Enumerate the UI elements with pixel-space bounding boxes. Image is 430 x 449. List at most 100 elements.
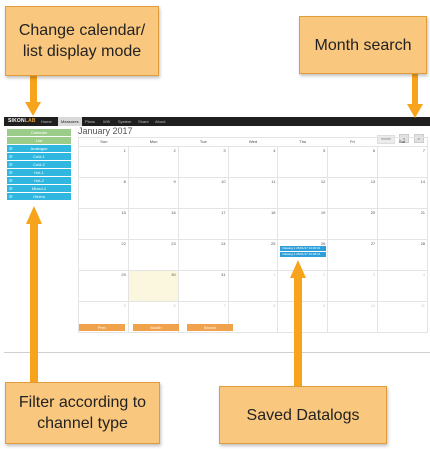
calendar-day-cell[interactable]: 29	[79, 271, 129, 301]
channel-filter-analogue[interactable]: ☰ Analogue	[7, 145, 71, 152]
calendar-day-cell[interactable]: 25	[229, 240, 279, 270]
calendar-day-cell[interactable]: 5	[278, 147, 329, 177]
day-number: 20	[370, 210, 376, 215]
nav-wifi[interactable]: Wifi	[100, 117, 113, 126]
calendar-day-cell[interactable]: 30	[128, 271, 179, 301]
calendar-day-cell[interactable]: 27	[328, 240, 379, 270]
day-number: 10	[221, 179, 226, 184]
arrow-up-filter	[30, 223, 38, 384]
day-number: 13	[370, 179, 376, 184]
day-number: 9	[323, 303, 326, 308]
calendar-day-cell[interactable]: 20	[328, 209, 379, 239]
saved-datalog-event[interactable]: Datalog 2 25/01/17 15:08:21	[280, 252, 327, 257]
arrowhead-down-month	[407, 104, 423, 118]
day-number: 16	[171, 210, 176, 215]
calendar-day-cell[interactable]: 4	[378, 271, 427, 301]
day-number: 5	[123, 303, 126, 308]
calendar-day-cell[interactable]: 4	[229, 147, 279, 177]
calendar-week-row: 1 2 3 4 5 6 7	[78, 146, 428, 177]
calendar-day-cell[interactable]: 18	[229, 209, 279, 239]
channel-label: Cold-1	[33, 154, 45, 159]
calendar-day-cell[interactable]: 13	[328, 178, 379, 208]
search-button[interactable]: Search	[187, 324, 233, 331]
prev-button[interactable]: Prev	[79, 324, 125, 331]
calendar-day-cell[interactable]: 1	[229, 271, 279, 301]
day-number: 7	[223, 303, 226, 308]
day-number: 4	[422, 272, 426, 277]
day-number: 12	[320, 179, 326, 184]
calendar-week-row: 29 30 31 1 2 3 4	[78, 270, 428, 301]
day-number: 30	[171, 272, 176, 277]
arrowhead-up-filter	[26, 206, 42, 224]
day-number: 2	[323, 272, 326, 277]
calendar-day-cell[interactable]: 16	[129, 209, 179, 239]
day-number: 17	[221, 210, 226, 215]
dow-sun: Sun	[100, 139, 108, 144]
calendar-day-cell[interactable]: 3	[179, 147, 229, 177]
calendar-day-cell[interactable]: 7	[378, 147, 427, 177]
list-mode-button[interactable]: List	[7, 137, 71, 144]
day-number: 7	[422, 148, 426, 153]
calendar-day-cell[interactable]: 22	[79, 240, 129, 270]
calendar-day-cell[interactable]: 12	[278, 178, 329, 208]
calendar-day-cell[interactable]: 3	[328, 271, 379, 301]
day-number: 21	[420, 210, 426, 215]
channel-filter-mixed-1[interactable]: ☰ Mixed-1	[7, 185, 71, 192]
day-number: 4	[273, 148, 276, 153]
calendar-day-cell[interactable]: 2	[129, 147, 179, 177]
saved-datalog-event[interactable]: Datalog 1 25/01/17 13:00:01	[280, 246, 327, 251]
calendar-day-cell[interactable]: 6	[328, 147, 379, 177]
nav-about[interactable]: About	[152, 117, 168, 126]
calendar-day-cell[interactable]: 11	[229, 178, 279, 208]
calendar-day-cell[interactable]: 1	[79, 147, 129, 177]
channel-filter-hot-2[interactable]: ☰ Hot-2	[7, 177, 71, 184]
day-number: 6	[372, 148, 376, 153]
calendar-mode-button[interactable]: Calendar	[7, 129, 71, 136]
calendar-day-cell[interactable]: 24	[179, 240, 229, 270]
calendar-day-cell[interactable]: 10	[328, 302, 379, 332]
day-number: 1	[123, 148, 126, 153]
day-number: 11	[271, 179, 276, 184]
calendar-day-cell[interactable]: 15	[79, 209, 129, 239]
day-number: 23	[171, 241, 176, 246]
nav-share[interactable]: Share	[135, 117, 152, 126]
calendar-day-cell[interactable]: 9	[129, 178, 179, 208]
arrowhead-up-datalogs	[290, 260, 306, 278]
channel-filter-hot-1[interactable]: ☰ Hot-1	[7, 169, 71, 176]
calendar-grid: Sun Mon Tue Wed Thu Fri Sat 1 2 3 4 5 6 7 8 9 10 1…	[78, 137, 428, 333]
calendar-day-cell[interactable]: 9	[278, 302, 329, 332]
calendar-day-cell[interactable]: 8	[79, 178, 129, 208]
day-number: 18	[270, 210, 276, 215]
calendar-day-cell[interactable]: 10	[179, 178, 229, 208]
callout-display-mode-text: Change calendar/ list display mode	[18, 22, 146, 60]
calendar-week-row: 15 16 17 18 19 20 21	[78, 208, 428, 239]
weeks-container: 1 2 3 4 5 6 7 8 9 10 11 12 13 14 15 16 17 18 19 20 21 22 23 24 2…	[78, 146, 428, 333]
channel-filter-others[interactable]: ☰ Others	[7, 193, 71, 200]
dow-sat: Sat	[399, 139, 406, 144]
calendar-day-cell[interactable]: 19	[278, 209, 329, 239]
nav-plans[interactable]: Plans	[82, 117, 98, 126]
channel-filter-cold-2[interactable]: ☰ Cold-2	[7, 161, 71, 168]
calendar-day-cell[interactable]: 17	[179, 209, 229, 239]
nav-measures[interactable]: Measures	[58, 117, 82, 126]
day-number: 8	[123, 179, 126, 184]
month-button[interactable]: Month	[133, 324, 179, 331]
arrow-down-month	[412, 72, 418, 106]
nav-system[interactable]: System	[115, 117, 134, 126]
day-number: 19	[320, 210, 326, 215]
calendar-day-cell[interactable]: 28	[378, 240, 427, 270]
calendar-day-cell[interactable]: 11	[378, 302, 427, 332]
calendar-day-cell[interactable]: 21	[378, 209, 427, 239]
callout-saved-datalogs-text: Saved Datalogs	[246, 406, 360, 424]
channel-label: Cold-2	[33, 162, 45, 167]
channel-filter-cold-1[interactable]: ☰ Cold-1	[7, 153, 71, 160]
dow-mon: Mon	[149, 139, 158, 144]
calendar-day-cell[interactable]: 23	[129, 240, 179, 270]
day-number: 3	[372, 272, 376, 277]
calendar-day-cell[interactable]: 31	[179, 271, 229, 301]
day-number: 22	[121, 241, 126, 246]
days-of-week-header: Sun Mon Tue Wed Thu Fri Sat	[78, 137, 428, 146]
nav-home[interactable]: Home	[38, 117, 55, 126]
calendar-day-cell[interactable]: 14	[378, 178, 427, 208]
channel-label: Analogue	[30, 146, 48, 151]
